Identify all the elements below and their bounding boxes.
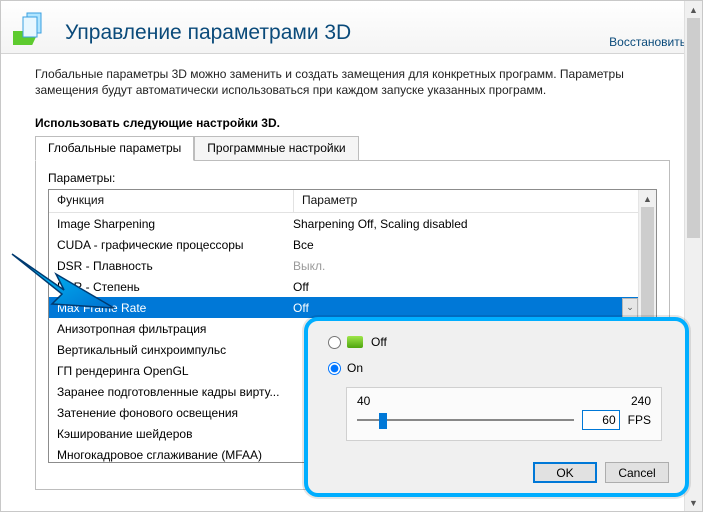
nvidia-control-panel-window: ▲ ▼ Управление параметрами 3D Восстанови…: [0, 0, 703, 512]
fps-slider-panel: 40 240 FPS: [346, 387, 662, 441]
fps-input[interactable]: [582, 410, 620, 430]
radio-off-label: Off: [371, 335, 387, 349]
row-function-cell: Max Frame Rate: [49, 301, 285, 315]
page-title: Управление параметрами 3D: [65, 21, 609, 53]
column-header-value[interactable]: Параметр: [294, 190, 656, 212]
tab-program-settings[interactable]: Программные настройки: [194, 136, 358, 161]
params-header: Функция Параметр: [49, 190, 656, 213]
table-row[interactable]: CUDA - графические процессорыВсе: [49, 234, 656, 255]
row-function-cell: DSR - Плавность: [49, 259, 285, 273]
table-row[interactable]: DSR - СтепеньOff: [49, 276, 656, 297]
row-function-cell: CUDA - графические процессоры: [49, 238, 285, 252]
fps-slider-thumb[interactable]: [379, 413, 387, 429]
row-function-cell: Кэширование шейдеров: [49, 427, 285, 441]
scrollbar-thumb[interactable]: [687, 18, 700, 238]
table-row[interactable]: Image SharpeningSharpening Off, Scaling …: [49, 213, 656, 234]
tab-global-settings[interactable]: Глобальные параметры: [35, 136, 194, 161]
radio-off[interactable]: [328, 336, 341, 349]
table-row[interactable]: Max Frame RateOff⌄: [49, 297, 656, 318]
section-title: Использовать следующие настройки 3D.: [35, 116, 670, 130]
row-function-cell: Вертикальный синхроимпульс: [49, 343, 285, 357]
fps-slider[interactable]: [357, 412, 574, 428]
radio-on-row[interactable]: On: [328, 361, 669, 375]
row-function-cell: Затенение фонового освещения: [49, 406, 285, 420]
row-function-cell: DSR - Степень: [49, 280, 285, 294]
row-function-cell: Image Sharpening: [49, 217, 285, 231]
radio-off-row[interactable]: Off: [328, 335, 669, 349]
max-frame-rate-popup: Off On 40 240 FPS OK Cancel: [304, 317, 689, 497]
row-function-cell: Многокадровое сглаживание (MFAA): [49, 448, 285, 462]
row-value-cell: Все: [285, 238, 656, 252]
table-row[interactable]: DSR - ПлавностьВыкл.: [49, 255, 656, 276]
params-label: Параметры:: [48, 171, 657, 185]
slider-max-label: 240: [631, 394, 651, 408]
slider-min-label: 40: [357, 394, 370, 408]
page-header: Управление параметрами 3D Восстановить: [1, 1, 702, 54]
row-value-cell: Off: [285, 301, 656, 315]
row-value-cell: Off: [285, 280, 656, 294]
row-function-cell: Анизотропная фильтрация: [49, 322, 285, 336]
ok-button[interactable]: OK: [533, 462, 597, 483]
chevron-down-icon[interactable]: ⌄: [622, 298, 638, 318]
row-function-cell: Заранее подготовленные кадры вирту...: [49, 385, 285, 399]
fps-unit-label: FPS: [628, 413, 651, 427]
cancel-button[interactable]: Cancel: [605, 462, 669, 483]
row-value-cell: Выкл.: [285, 259, 656, 273]
nvidia-chip-icon: [347, 336, 363, 348]
scrollbar-up-icon[interactable]: ▲: [639, 190, 656, 207]
3d-settings-icon: [13, 9, 53, 49]
settings-tabstrip: Глобальные параметры Программные настрой…: [35, 136, 670, 161]
restore-defaults-link[interactable]: Восстановить: [609, 35, 686, 53]
scrollbar-up-icon[interactable]: ▲: [685, 1, 702, 18]
radio-on[interactable]: [328, 362, 341, 375]
row-value-cell: Sharpening Off, Scaling disabled: [285, 217, 656, 231]
column-header-function[interactable]: Функция: [49, 190, 294, 212]
radio-on-label: On: [347, 361, 363, 375]
scrollbar-down-icon[interactable]: ▼: [685, 494, 702, 511]
intro-text: Глобальные параметры 3D можно заменить и…: [35, 66, 670, 98]
row-function-cell: ГП рендеринга OpenGL: [49, 364, 285, 378]
